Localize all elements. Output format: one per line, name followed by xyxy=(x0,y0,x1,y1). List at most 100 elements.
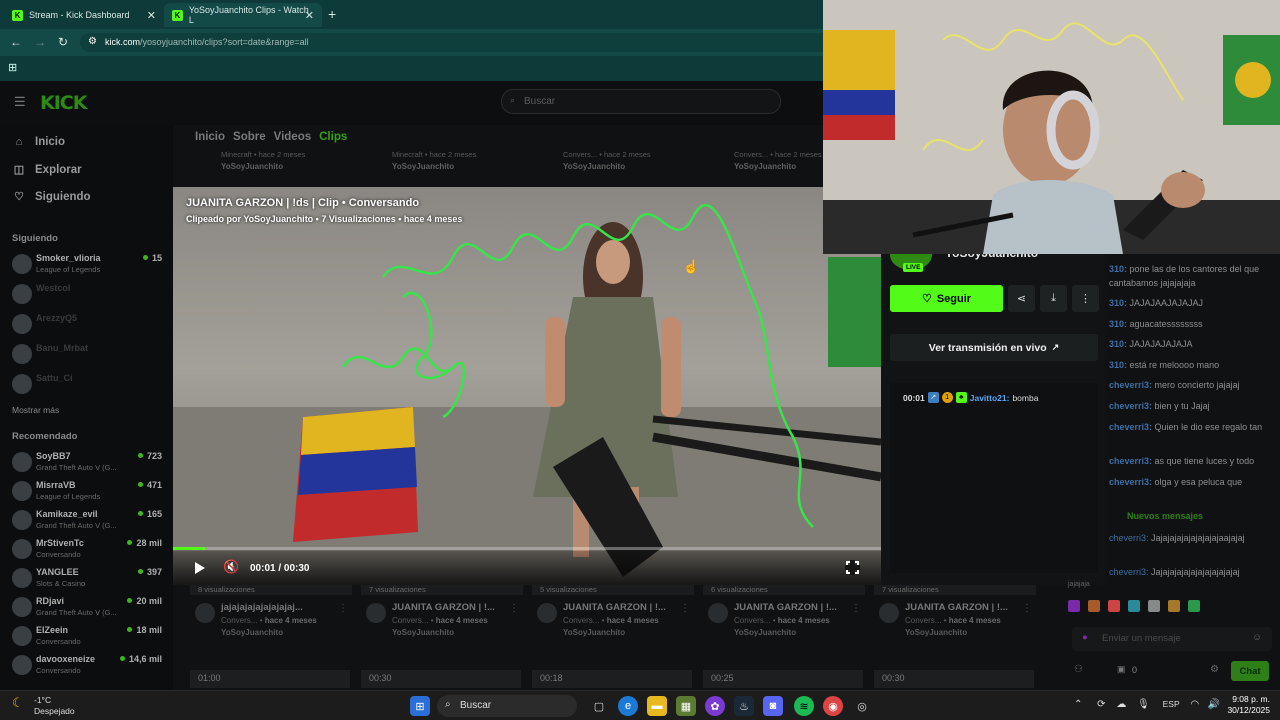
clip-card[interactable]: Minecraft • hace 2 meses YoSoyJuanchito xyxy=(221,150,381,171)
chat-username[interactable]: cheverri3: xyxy=(1109,401,1152,411)
sidebar-channel[interactable]: Smoker_vlioria League of Legends 15 xyxy=(12,251,162,277)
emote-picker-icon[interactable]: ● xyxy=(1082,632,1088,643)
sidebar-item-inicio[interactable]: ⌂ Inicio xyxy=(12,136,65,148)
chat-username[interactable]: cheverri3: xyxy=(1109,380,1152,390)
emoji-icon[interactable]: ☺ xyxy=(1252,632,1262,643)
chat-username[interactable]: cheverri3: xyxy=(1109,477,1152,487)
task-view-icon[interactable]: ▢ xyxy=(589,696,609,716)
obs-icon[interactable]: ◎ xyxy=(852,696,872,716)
close-tab-icon[interactable]: ✕ xyxy=(305,9,314,22)
tab-videos[interactable]: Videos xyxy=(274,131,312,143)
new-tab-icon[interactable]: + xyxy=(328,6,336,22)
chat-username[interactable]: 310: xyxy=(1109,264,1127,274)
clip-card[interactable]: Minecraft • hace 2 meses YoSoyJuanchito xyxy=(392,150,552,171)
emote-icon[interactable] xyxy=(1188,600,1200,612)
chevron-up-icon[interactable]: ⌃ xyxy=(1074,699,1082,710)
play-icon[interactable] xyxy=(195,562,205,574)
sidebar-channel[interactable]: Banu_Mrbat xyxy=(12,341,162,367)
tab-kick-dashboard[interactable]: K Stream - Kick Dashboard ✕ xyxy=(4,3,164,27)
sidebar-channel[interactable]: RDjavi Grand Theft Auto V (G... 20 mil xyxy=(12,594,162,620)
more-options-icon[interactable]: ⋮ xyxy=(338,603,348,614)
language-indicator[interactable]: ESP xyxy=(1163,699,1180,709)
chrome-icon[interactable]: ◉ xyxy=(823,696,843,716)
chat-username[interactable]: 310: xyxy=(1109,298,1127,308)
url-field[interactable]: ⚙ kick.com/yosoyjuanchito/clips?sort=dat… xyxy=(80,33,823,52)
wifi-icon[interactable]: ◠ xyxy=(1190,699,1199,710)
gift-icon[interactable]: ▣ xyxy=(1117,664,1126,675)
new-messages-divider[interactable]: Nuevos mensajes xyxy=(1127,511,1203,521)
sidebar-item-siguiendo[interactable]: ♡ Siguiendo xyxy=(12,190,91,204)
clip-player[interactable]: JUANITA GARZON | !ds | Clip • Conversand… xyxy=(173,187,881,585)
emote-icon[interactable] xyxy=(1168,600,1180,612)
progress-bar[interactable] xyxy=(173,547,881,550)
sidebar-channel[interactable]: ArezzyQ5 xyxy=(12,311,162,337)
chat-input[interactable]: ● Enviar un mensaje ☺ xyxy=(1072,627,1272,651)
sidebar-channel[interactable]: Kamikaze_evil Grand Theft Auto V (G... 165 xyxy=(12,507,162,533)
sidebar-channel[interactable]: YANGLEE Slots & Casino 397 xyxy=(12,565,162,591)
clock[interactable]: 9:08 p. m. 30/12/2025 xyxy=(1224,694,1270,716)
discord-icon[interactable]: ◙ xyxy=(763,696,783,716)
back-icon[interactable]: ← xyxy=(10,35,22,49)
share-icon[interactable]: ⋖ xyxy=(1008,285,1035,312)
watch-live-button[interactable]: Ver transmisión en vivo ↗ xyxy=(890,334,1098,361)
sync-icon[interactable]: ⟳ xyxy=(1097,699,1105,710)
chat-username[interactable]: 310: xyxy=(1109,360,1127,370)
chat-username[interactable]: Javitto21: xyxy=(970,393,1010,403)
chat-username[interactable]: 310: xyxy=(1109,339,1127,349)
cloud-icon[interactable]: ☁ xyxy=(1116,699,1126,710)
more-options-icon[interactable]: ⋮ xyxy=(851,603,861,614)
clip-card[interactable]: 6 visualizaciones JUANITA GARZON | !... Co… xyxy=(703,583,865,643)
sidebar-channel[interactable]: davooxeneize Conversando 14,6 mil xyxy=(12,652,162,678)
sidebar-channel[interactable]: Sattu_Ci xyxy=(12,371,162,397)
windows-start-icon[interactable]: ⊞ xyxy=(410,696,430,716)
reload-icon[interactable]: ↻ xyxy=(58,35,68,49)
emote-icon[interactable] xyxy=(1108,600,1120,612)
chat-username[interactable]: cheverri3: xyxy=(1109,533,1149,543)
clip-video-frame[interactable] xyxy=(173,187,881,585)
chat-settings-icon[interactable]: ⚙ xyxy=(1210,664,1219,675)
fullscreen-icon[interactable] xyxy=(845,560,860,575)
clip-card[interactable]: 7 visualizaciones JUANITA GARZON | !... Co… xyxy=(361,583,523,643)
chat-username[interactable]: 310: xyxy=(1109,319,1127,329)
emote-icon[interactable] xyxy=(1068,600,1080,612)
clip-card[interactable]: 8 visualizaciones jajajajajajajajajaj... C… xyxy=(190,583,352,643)
search-input[interactable]: ⌕ Buscar xyxy=(501,89,781,114)
muted-speaker-icon[interactable]: 🔇 xyxy=(223,559,239,575)
edge-icon[interactable]: e xyxy=(618,696,638,716)
apps-grid-icon[interactable]: ⊞ xyxy=(8,61,17,74)
chat-username[interactable]: cheverri3: xyxy=(1109,422,1152,432)
volume-icon[interactable]: 🔊 xyxy=(1208,699,1220,710)
copilot-icon[interactable]: ✿ xyxy=(705,696,725,716)
clip-card[interactable]: 7 visualizaciones JUANITA GARZON | !... Co… xyxy=(874,583,1036,643)
more-options-icon[interactable]: ⋮ xyxy=(1022,603,1032,614)
kick-logo[interactable]: KICK xyxy=(40,92,87,114)
more-options-icon[interactable]: ⋮ xyxy=(680,603,690,614)
close-tab-icon[interactable]: ✕ xyxy=(147,9,156,22)
chat-username[interactable]: cheverri3: xyxy=(1109,567,1149,577)
menu-icon[interactable]: ☰ xyxy=(14,94,26,110)
site-info-icon[interactable]: ⚙ xyxy=(88,36,97,47)
microphone-icon[interactable]: 🎙 xyxy=(1137,699,1150,710)
sidebar-channel[interactable]: MrStivenTc Conversando 28 mil xyxy=(12,536,162,562)
steam-icon[interactable]: ♨ xyxy=(734,696,754,716)
chat-send-button[interactable]: Chat xyxy=(1231,661,1269,681)
chat-username[interactable]: cheverri3: xyxy=(1109,456,1152,466)
points-icon[interactable]: ⚇ xyxy=(1074,664,1083,675)
sidebar-channel[interactable]: SoyBB7 Grand Theft Auto V (G... 723 xyxy=(12,449,162,475)
minecraft-icon[interactable]: ▦ xyxy=(676,696,696,716)
emote-icon[interactable] xyxy=(1148,600,1160,612)
weather-widget[interactable]: ☾ -1°C Despejado xyxy=(12,695,75,717)
download-icon[interactable]: ⤓ xyxy=(1040,285,1067,312)
more-options-icon[interactable]: ⋮ xyxy=(1072,285,1099,312)
clip-card[interactable]: Convers... • hace 2 meses YoSoyJuanchito xyxy=(563,150,723,171)
forward-icon[interactable]: → xyxy=(34,35,46,49)
sidebar-channel[interactable]: ElZeein Conversando 18 mil xyxy=(12,623,162,649)
emote-icon[interactable] xyxy=(1088,600,1100,612)
taskbar-search[interactable]: ⌕ Buscar xyxy=(437,695,577,717)
spotify-icon[interactable]: ≋ xyxy=(794,696,814,716)
tab-clips[interactable]: K YoSoyJuanchito Clips - Watch L ✕ xyxy=(164,3,322,27)
file-explorer-icon[interactable]: ▬ xyxy=(647,696,667,716)
tab-clips[interactable]: Clips xyxy=(319,131,347,143)
clip-card[interactable]: 5 visualizaciones JUANITA GARZON | !... Co… xyxy=(532,583,694,643)
emote-icon[interactable] xyxy=(1128,600,1140,612)
